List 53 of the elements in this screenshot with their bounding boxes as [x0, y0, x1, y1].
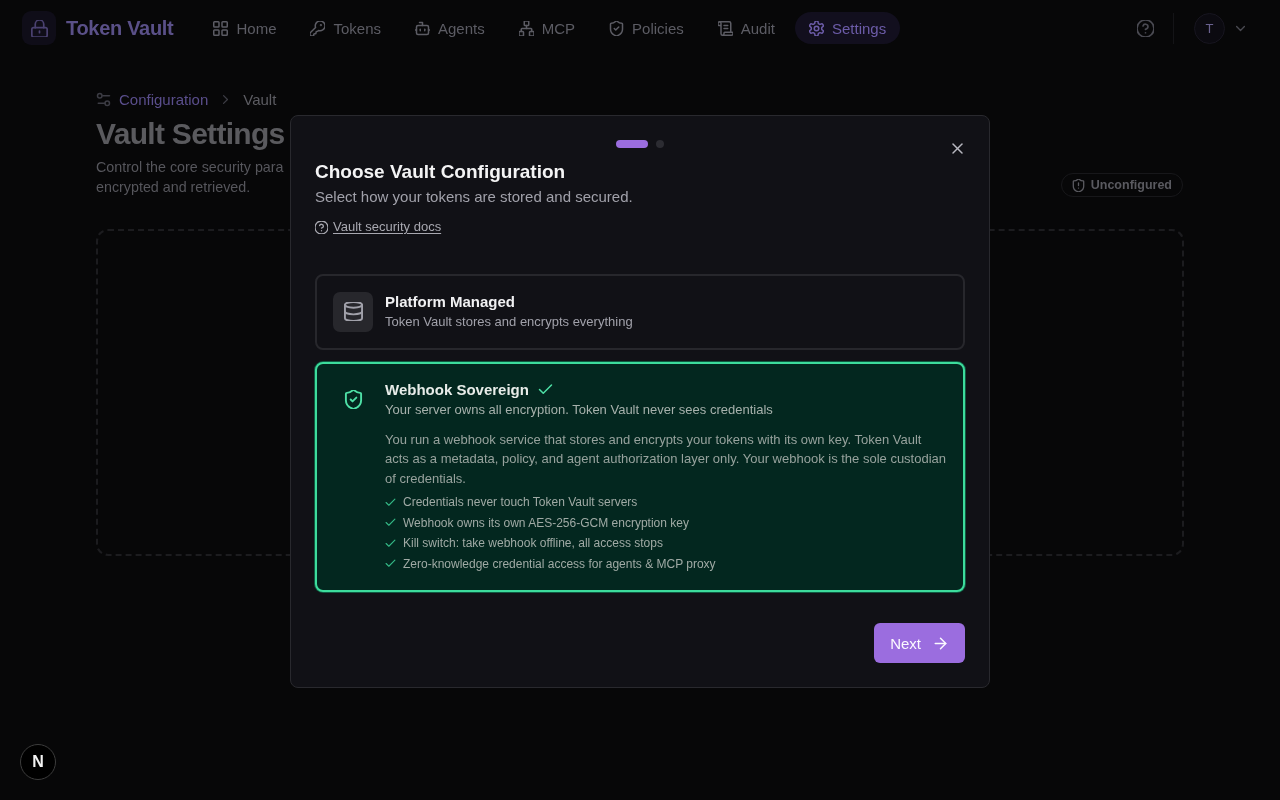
- breadcrumb-current: Vault: [243, 90, 277, 108]
- nav-tab[interactable]: Agents: [401, 12, 499, 44]
- network-icon: [518, 20, 534, 36]
- option-description: Token Vault stores and encrypts everything: [385, 312, 633, 331]
- close-button[interactable]: [950, 141, 965, 156]
- help-icon: [1137, 19, 1154, 37]
- nav-tab[interactable]: Policies: [595, 12, 698, 44]
- lock-logo-icon: [22, 11, 56, 45]
- nav-tab[interactable]: Tokens: [296, 12, 395, 44]
- status-text: Unconfigured: [1090, 178, 1172, 192]
- arrow-right-icon: [933, 635, 948, 651]
- option-card[interactable]: Platform Managed Token Vault stores and encrypts everything: [315, 273, 965, 350]
- nav-tab[interactable]: Settings: [794, 12, 901, 44]
- nav-tab[interactable]: Home: [199, 12, 291, 44]
- check-icon: [385, 537, 396, 549]
- next-button[interactable]: Next: [874, 623, 965, 663]
- gear-icon: [808, 20, 824, 36]
- page-description: encrypted and retrieved.: [96, 178, 251, 197]
- docs-link[interactable]: Vault security docs: [315, 219, 442, 235]
- grid-icon: [213, 20, 229, 36]
- feature-text: Zero-knowledge credential access for agents & MCP proxy: [403, 556, 716, 571]
- feature-text: Webhook owns its own AES-256-GCM encryption key: [403, 515, 689, 530]
- option-title: Platform Managed: [385, 293, 516, 310]
- nav-tab[interactable]: MCP: [504, 12, 590, 44]
- check-icon: [385, 496, 396, 508]
- scroll-icon: [717, 20, 733, 36]
- shield-alert-icon: [1071, 178, 1085, 192]
- page-title: Vault Settings: [96, 116, 285, 152]
- dialog-subtitle: Select how your tokens are stored and secured.: [315, 187, 634, 207]
- option-description: Your server owns all encryption. Token Vault never sees credentials: [385, 400, 773, 419]
- dialog-title: Choose Vault Configuration: [315, 160, 567, 184]
- key-icon: [310, 20, 326, 36]
- check-icon: [385, 558, 396, 570]
- breadcrumb-link[interactable]: Configuration: [119, 90, 209, 108]
- option-card[interactable]: [315, 361, 965, 592]
- feature-text: Kill switch: take webhook offline, all access stops: [403, 536, 663, 551]
- option-details: You run a webhook service that stores and encrypts your tokens with its own key. Token Vault acts as a metadata, policy, and agent authorization layer only. Your webhook is the sole custodian of credentials.: [385, 430, 947, 488]
- close-icon: [950, 141, 965, 156]
- sliders-icon: [96, 91, 111, 107]
- check-icon: [537, 382, 553, 397]
- check-icon: [385, 517, 396, 529]
- dev-tools-button[interactable]: N: [20, 744, 56, 780]
- avatar[interactable]: T: [1194, 12, 1225, 44]
- shield-check-icon: [343, 390, 363, 409]
- robot-icon: [415, 20, 430, 36]
- help-icon: [315, 220, 328, 234]
- feature-text: Credentials never touch Token Vault servers: [403, 495, 638, 510]
- database-icon: [333, 291, 373, 332]
- option-title: Webhook Sovereign: [385, 381, 529, 398]
- brand-name: Token Vault: [66, 16, 174, 40]
- shield-check-icon: [609, 20, 625, 36]
- page-description: Control the core security para: [96, 158, 284, 177]
- nav-tab[interactable]: Audit: [703, 12, 789, 44]
